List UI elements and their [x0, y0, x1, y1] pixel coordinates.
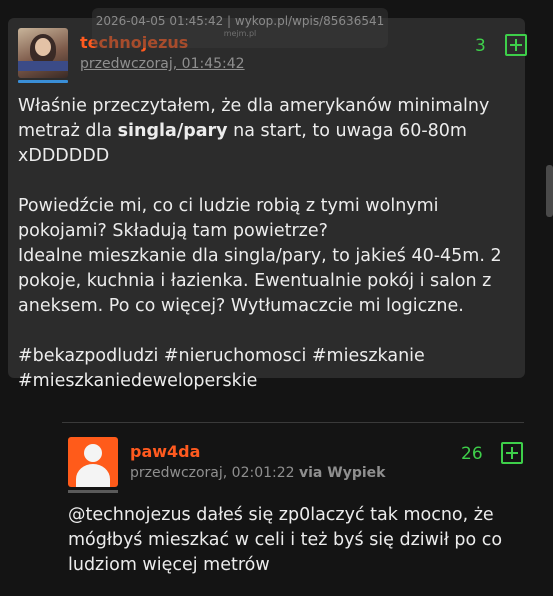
plus-vote-button[interactable] [505, 34, 527, 56]
post-body: Właśnie przeczytałem, że dla amerykanów … [18, 94, 518, 394]
watermark-text: 2026-04-05 01:45:42 | wykop.pl/wpis/8563… [95, 14, 385, 28]
post-bold-text: singla/pary [117, 121, 228, 141]
reply-mention-link[interactable]: @technojezus [68, 505, 191, 525]
post-score: 3 [475, 36, 486, 56]
scrollbar-thumb[interactable] [546, 165, 553, 217]
post-tags[interactable]: #bekazpodludzi #nieruchomosci #mieszkani… [18, 344, 518, 394]
watermark-logo: mejm.pl [223, 29, 257, 38]
reply-avatar-underline [68, 490, 118, 493]
post-card: technojezus przedwczoraj, 01:45:42 3 Wła… [8, 18, 527, 391]
reply-body: @technojezus dałeś się zp0laczyć tak moc… [68, 503, 518, 578]
reply-timestamp[interactable]: przedwczoraj, 02:01:22 [130, 465, 295, 481]
reply-plus-vote-button[interactable] [501, 442, 523, 464]
author-avatar[interactable] [18, 28, 68, 78]
reply-author-link[interactable]: paw4da [130, 442, 200, 461]
avatar-underline [18, 80, 68, 83]
post-timestamp-link[interactable]: przedwczoraj, 01:45:42 [80, 56, 245, 72]
reply-via-app: via Wypiek [299, 465, 386, 481]
post-paragraph-2: Powiedźcie mi, co ci ludzie robią z tymi… [18, 196, 439, 241]
reply-score: 26 [461, 444, 483, 464]
reply-author-avatar[interactable] [68, 437, 118, 487]
watermark-overlay: 2026-04-05 01:45:42 | wykop.pl/wpis/8563… [92, 8, 388, 48]
reply-divider [62, 422, 524, 423]
post-paragraph-3: Idealne mieszkanie dla singla/pary, to j… [18, 246, 502, 316]
post-paragraph-1: Właśnie przeczytałem, że dla amerykanów … [18, 96, 490, 166]
